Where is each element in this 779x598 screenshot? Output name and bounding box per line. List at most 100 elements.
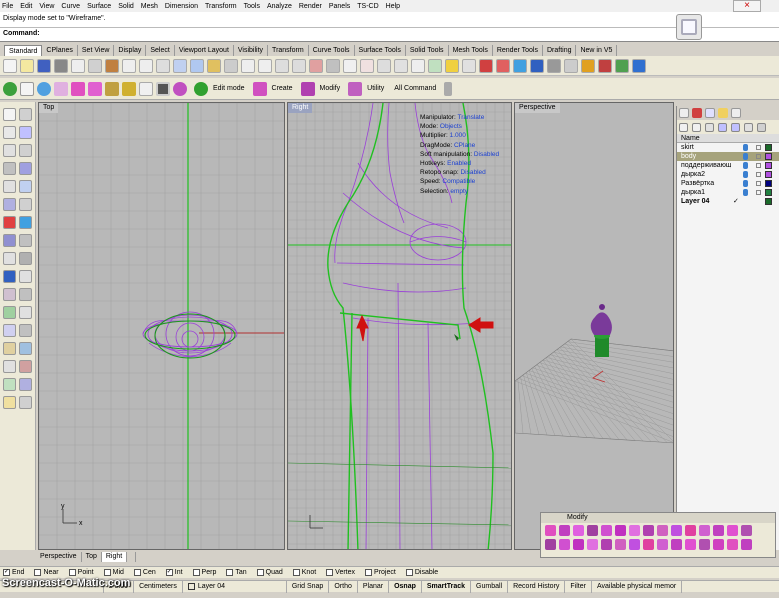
new-icon[interactable] <box>3 58 17 73</box>
zoom-window-icon[interactable] <box>224 58 238 73</box>
tool-extra-icon[interactable] <box>19 378 32 391</box>
osnap-checkbox[interactable] <box>34 569 42 576</box>
osnap-checkbox[interactable] <box>292 569 300 576</box>
modify-tool-icon[interactable] <box>545 525 556 536</box>
status-pane-osnap[interactable]: Osnap <box>389 580 422 593</box>
grid-icon[interactable] <box>309 58 323 73</box>
move-up-icon[interactable] <box>718 122 727 132</box>
redo-icon[interactable] <box>156 58 170 73</box>
osnap-quad[interactable]: Quad <box>256 569 283 576</box>
sphere-icon[interactable] <box>19 216 32 229</box>
menu-item-help[interactable]: Help <box>386 3 400 10</box>
zoom-extents-icon[interactable] <box>241 58 255 73</box>
tab-mesh-tools[interactable]: Mesh Tools <box>449 45 493 56</box>
osnap-end[interactable]: ✓ End <box>3 569 24 576</box>
perspective-viewport-title[interactable]: Perspective <box>515 103 560 113</box>
layer-color-swatch[interactable] <box>765 198 772 205</box>
filter-icon[interactable] <box>744 122 753 132</box>
layer-color-swatch[interactable] <box>765 153 772 160</box>
menu-item-curve[interactable]: Curve <box>61 3 80 10</box>
help-tab-icon[interactable] <box>731 108 741 118</box>
modify-tool-icon[interactable] <box>671 525 682 536</box>
status-pane-grid-snap[interactable]: Grid Snap <box>287 580 330 593</box>
mesh-icon[interactable] <box>530 58 544 73</box>
right-viewport-title[interactable]: Right <box>288 103 313 113</box>
menu-item-render[interactable]: Render <box>299 3 322 10</box>
lightbulb-icon[interactable] <box>743 171 748 178</box>
layer-row[interactable]: поддерживающая <box>677 161 779 170</box>
properties-tab-icon[interactable] <box>679 108 689 118</box>
lightbulb-icon[interactable] <box>743 180 748 187</box>
modify-tool-icon[interactable] <box>713 525 724 536</box>
tool-extra-icon[interactable] <box>3 324 16 337</box>
status-pane-record-history[interactable]: Record History <box>508 580 566 593</box>
lock-icon[interactable] <box>756 154 761 159</box>
tab-drafting[interactable]: Drafting <box>543 45 577 56</box>
tab-render-tools[interactable]: Render Tools <box>493 45 543 56</box>
osnap-knot[interactable]: Knot <box>292 569 316 576</box>
lock-icon[interactable] <box>756 163 761 168</box>
shade-icon[interactable] <box>496 58 510 73</box>
minimize-button[interactable]: × <box>733 0 761 12</box>
import-icon[interactable] <box>71 58 85 73</box>
point-icon[interactable] <box>19 108 32 121</box>
move-icon[interactable] <box>3 306 16 319</box>
osnap-vertex[interactable]: Vertex <box>326 569 355 576</box>
tab-standard[interactable]: Standard <box>4 45 43 56</box>
add-viewport-tab-icon[interactable] <box>127 552 137 562</box>
paste-icon[interactable] <box>122 58 136 73</box>
command-prompt[interactable]: Command: <box>0 28 779 42</box>
tool-extra-icon[interactable] <box>3 360 16 373</box>
tab-visibility[interactable]: Visibility <box>234 45 269 56</box>
modify-button[interactable]: Modify <box>320 85 341 92</box>
modify-tool-icon[interactable] <box>615 525 626 536</box>
perspective-icon[interactable] <box>326 58 340 73</box>
viewport-tab-perspective[interactable]: Perspective <box>36 552 82 562</box>
new-sublayer-icon[interactable] <box>692 122 701 132</box>
tab-solid-tools[interactable]: Solid Tools <box>406 45 449 56</box>
tab-transform[interactable]: Transform <box>268 45 309 56</box>
lock-icon[interactable] <box>756 190 761 195</box>
arc-icon[interactable] <box>3 162 16 175</box>
fillet-icon[interactable] <box>3 252 16 265</box>
globe-icon[interactable] <box>37 81 51 96</box>
osnap-checkbox[interactable]: ✓ <box>165 569 173 576</box>
surface-icon[interactable] <box>3 198 16 211</box>
modify-tool-icon[interactable] <box>601 539 612 550</box>
osnap-project[interactable]: Project <box>365 569 396 576</box>
tab-set-view[interactable]: Set View <box>78 45 115 56</box>
layer-row[interactable]: Развёртка <box>677 179 779 188</box>
layer-color-swatch[interactable] <box>765 144 772 151</box>
menu-item-mesh[interactable]: Mesh <box>141 3 158 10</box>
menu-item-transform[interactable]: Transform <box>205 3 237 10</box>
modify-tool-icon[interactable] <box>727 525 738 536</box>
osnap-checkbox[interactable]: ✓ <box>3 569 10 576</box>
frame-icon[interactable] <box>156 81 170 96</box>
layer-color-swatch[interactable] <box>765 171 772 178</box>
layer-color-swatch[interactable] <box>765 162 772 169</box>
menu-item-surface[interactable]: Surface <box>87 3 111 10</box>
menu-item-file[interactable]: File <box>2 3 13 10</box>
check-icon[interactable] <box>547 58 561 73</box>
osnap-checkbox[interactable] <box>326 569 334 576</box>
boolean-icon[interactable] <box>19 234 32 247</box>
osnap-checkbox[interactable] <box>365 569 373 576</box>
4-view-icon[interactable] <box>275 58 289 73</box>
curve-icon[interactable] <box>3 144 16 157</box>
osnap-checkbox[interactable] <box>226 569 234 576</box>
osnap-checkbox[interactable] <box>192 569 200 576</box>
render-icon[interactable] <box>513 58 527 73</box>
modify-tool-icon[interactable] <box>643 525 654 536</box>
osnap-checkbox[interactable] <box>256 569 264 576</box>
teddy-icon[interactable] <box>615 58 629 73</box>
utility-button[interactable]: Utility <box>367 85 384 92</box>
modify-tool-icon[interactable] <box>559 525 570 536</box>
status-pane-ortho[interactable]: Ortho <box>329 580 358 593</box>
select-icon[interactable] <box>343 58 357 73</box>
modify-tool-icon[interactable] <box>699 539 710 550</box>
zoom-selected-icon[interactable] <box>258 58 272 73</box>
layer-row[interactable]: body <box>677 152 779 161</box>
perspective-viewport[interactable]: Perspective <box>514 102 674 550</box>
edit-mode-icon[interactable] <box>194 81 208 96</box>
help-icon[interactable] <box>632 58 646 73</box>
